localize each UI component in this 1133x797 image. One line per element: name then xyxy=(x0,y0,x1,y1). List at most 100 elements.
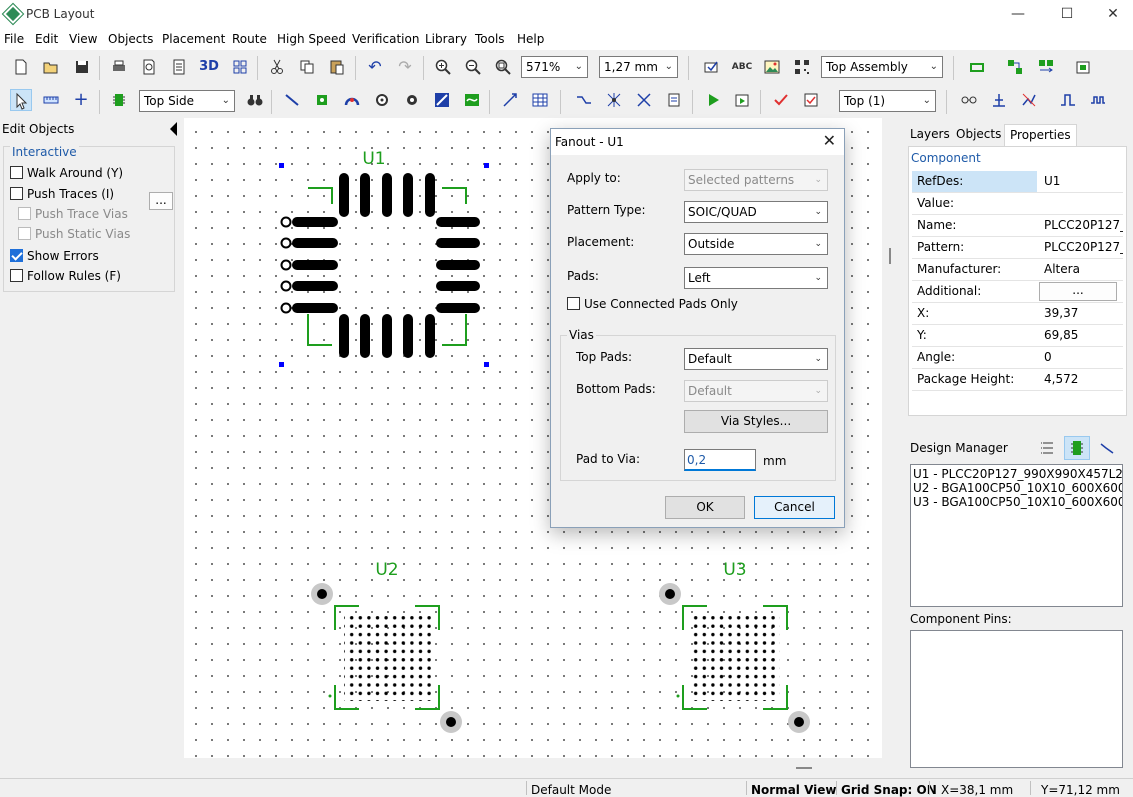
menu-edit[interactable]: Edit xyxy=(35,32,58,46)
close-window-button[interactable]: ✕ xyxy=(1090,0,1133,30)
list-view-icon[interactable] xyxy=(1040,440,1056,456)
walk-around-option[interactable]: Walk Around (Y) xyxy=(10,165,123,181)
image-icon[interactable] xyxy=(761,56,783,78)
selection-handle[interactable] xyxy=(279,362,284,367)
list-item[interactable]: U3 - BGA100CP50_10X10_600X600X1 xyxy=(913,495,1122,509)
collapse-panel-icon[interactable] xyxy=(170,122,177,136)
autoroute-step-icon[interactable] xyxy=(731,89,753,111)
cancel-button[interactable]: Cancel xyxy=(754,496,835,519)
route-properties-icon[interactable] xyxy=(663,89,685,111)
run-autorouter-icon[interactable] xyxy=(702,89,724,111)
zoom-fit-icon[interactable] xyxy=(492,56,514,78)
via-styles-button[interactable]: Via Styles... xyxy=(684,410,828,433)
swap-components-icon[interactable] xyxy=(1035,56,1057,78)
connected-pads-option[interactable]: Use Connected Pads Only xyxy=(567,297,738,311)
nets-view-icon[interactable] xyxy=(1099,440,1115,456)
property-value[interactable]: U1 xyxy=(1041,171,1123,192)
print-preview-icon[interactable] xyxy=(138,56,160,78)
property-value[interactable]: 0 xyxy=(1041,347,1123,368)
maximize-button[interactable]: ☐ xyxy=(1044,0,1090,30)
property-row[interactable]: Pattern: PLCC20P127_ xyxy=(912,237,1123,259)
layer-combo[interactable]: Top (1) ⌄ xyxy=(839,90,936,112)
menu-high-speed[interactable]: High Speed xyxy=(277,32,346,46)
via-icon[interactable] xyxy=(371,89,393,111)
net-tree-icon[interactable] xyxy=(988,89,1010,111)
layer-settings-icon[interactable] xyxy=(700,56,722,78)
arc-icon[interactable] xyxy=(341,89,363,111)
drc-report-icon[interactable] xyxy=(800,89,822,111)
selection-handle[interactable] xyxy=(484,163,489,168)
tab-properties[interactable]: Properties xyxy=(1004,124,1077,146)
walk-around-checkbox[interactable] xyxy=(10,166,23,179)
property-row[interactable]: Angle: 0 xyxy=(912,347,1123,369)
property-value[interactable]: Altera xyxy=(1041,259,1123,280)
print-icon[interactable] xyxy=(108,56,130,78)
property-value[interactable]: 4,572 xyxy=(1041,369,1123,390)
net-cross-icon[interactable] xyxy=(1018,89,1040,111)
list-item[interactable]: U2 - BGA100CP50_10X10_600X600X1 xyxy=(913,481,1122,495)
save-icon[interactable] xyxy=(71,56,93,78)
tab-layers[interactable]: Layers xyxy=(905,124,955,146)
interactive-route-icon[interactable] xyxy=(573,89,595,111)
binoculars-icon[interactable] xyxy=(244,89,266,111)
table-icon[interactable] xyxy=(529,89,551,111)
open-folder-icon[interactable] xyxy=(40,56,62,78)
split-trace-icon[interactable] xyxy=(633,89,655,111)
property-row[interactable]: Name: PLCC20P127_ xyxy=(912,215,1123,237)
menu-placement[interactable]: Placement xyxy=(162,32,225,46)
crosshair-icon[interactable]: + xyxy=(70,89,92,111)
show-errors-checkbox[interactable] xyxy=(10,249,23,262)
ruler-icon[interactable] xyxy=(40,89,62,111)
menu-tools[interactable]: Tools xyxy=(475,32,505,46)
property-value[interactable] xyxy=(1041,193,1123,214)
tab-objects[interactable]: Objects xyxy=(951,124,1006,146)
side-combo[interactable]: Top Side ⌄ xyxy=(139,90,235,112)
place-component-icon[interactable] xyxy=(108,89,130,111)
follow-rules-option[interactable]: Follow Rules (F) xyxy=(10,268,121,284)
follow-rules-checkbox[interactable] xyxy=(10,269,23,282)
push-traces-checkbox[interactable] xyxy=(10,187,23,200)
panelize-icon[interactable] xyxy=(229,56,251,78)
view-mode-combo[interactable]: Top Assembly ⌄ xyxy=(821,56,943,78)
route-trace-icon[interactable] xyxy=(281,89,303,111)
copy-icon[interactable] xyxy=(296,56,318,78)
grid-combo[interactable]: 1,27 mm ⌄ xyxy=(599,56,678,78)
property-row[interactable]: Manufacturer: Altera xyxy=(912,259,1123,281)
pad-to-via-input[interactable]: 0,2 xyxy=(684,449,756,471)
components-view-icon[interactable] xyxy=(1064,436,1090,460)
component-u1[interactable]: U1 xyxy=(279,149,489,367)
property-row[interactable]: X: 39,37 xyxy=(912,303,1123,325)
zoom-out-icon[interactable] xyxy=(462,56,484,78)
horizontal-scrollbar[interactable] xyxy=(184,758,882,778)
menu-help[interactable]: Help xyxy=(517,32,544,46)
paste-icon[interactable] xyxy=(326,56,348,78)
close-icon[interactable]: ✕ xyxy=(823,131,836,150)
ok-button[interactable]: OK xyxy=(665,496,745,519)
list-item[interactable]: U1 - PLCC20P127_990X990X457L203 xyxy=(913,467,1122,481)
menu-verification[interactable]: Verification xyxy=(352,32,419,46)
net-connect-icon[interactable] xyxy=(958,89,980,111)
component-u3[interactable]: U3 xyxy=(659,560,810,733)
menu-route[interactable]: Route xyxy=(232,32,267,46)
drc-check-icon[interactable] xyxy=(770,89,792,111)
property-row[interactable]: Package Height: 4,572 xyxy=(912,369,1123,391)
component-pins-list[interactable] xyxy=(910,630,1123,768)
menu-objects[interactable]: Objects xyxy=(108,32,153,46)
component-u2[interactable]: U2 xyxy=(311,560,462,733)
zoom-combo[interactable]: 571% ⌄ xyxy=(521,56,588,78)
component-grid-icon[interactable] xyxy=(966,56,988,78)
additional-properties-button[interactable]: ... xyxy=(1039,282,1117,301)
select-tool-icon[interactable] xyxy=(10,89,32,111)
show-errors-option[interactable]: Show Errors xyxy=(10,248,99,264)
hole-icon[interactable] xyxy=(401,89,423,111)
component-properties-icon[interactable] xyxy=(1072,56,1094,78)
align-components-icon[interactable] xyxy=(1004,56,1026,78)
property-value[interactable]: 39,37 xyxy=(1041,303,1123,324)
top-pads-select[interactable]: Default ⌄ xyxy=(684,348,828,370)
place-pad-icon[interactable] xyxy=(311,89,333,111)
cut-icon[interactable] xyxy=(266,56,288,78)
copper-pour-icon[interactable] xyxy=(461,89,483,111)
placement-select[interactable]: Outside ⌄ xyxy=(684,233,828,255)
menu-view[interactable]: View xyxy=(69,32,97,46)
report-icon[interactable] xyxy=(168,56,190,78)
